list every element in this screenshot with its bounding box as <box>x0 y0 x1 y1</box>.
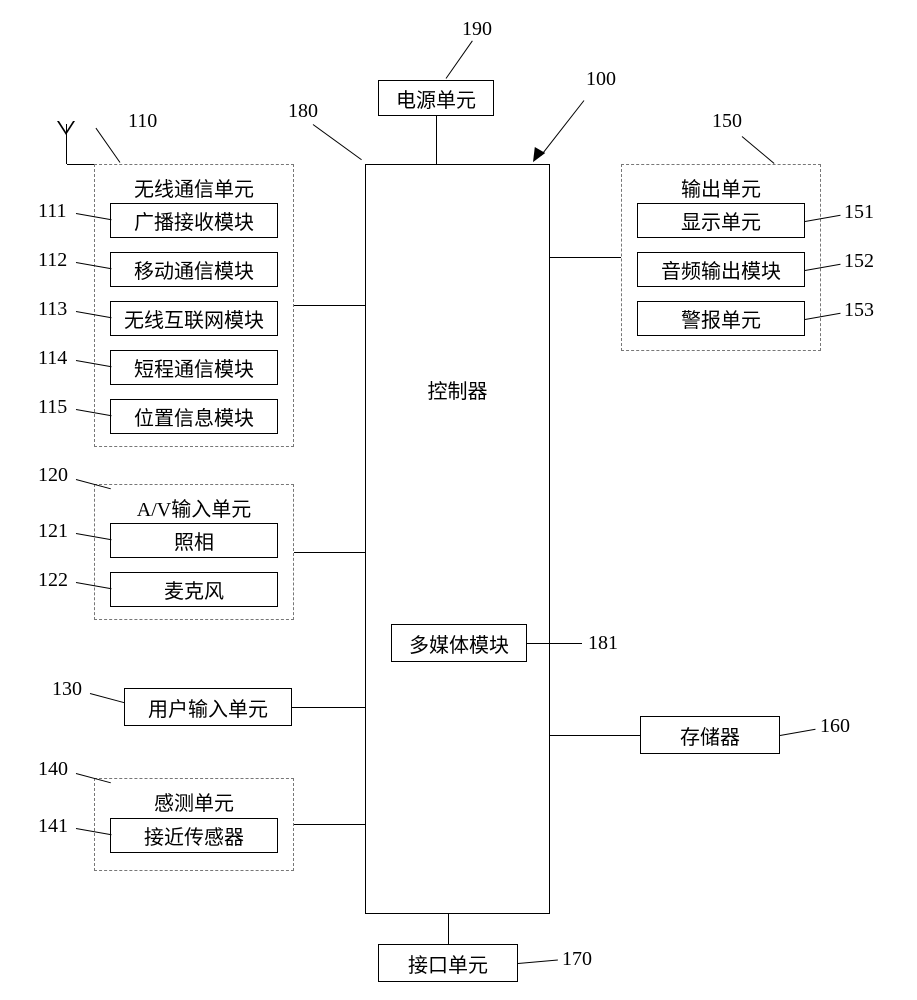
block-power-label: 电源单元 <box>396 84 476 113</box>
block-power: 电源单元 <box>378 80 494 116</box>
leader-130 <box>90 693 125 703</box>
block-interface: 接口单元 <box>378 944 518 982</box>
connector-antenna-wireless <box>67 164 94 165</box>
block-user-input-label: 用户输入单元 <box>148 693 268 722</box>
connector-controller-output <box>550 257 621 258</box>
leader-100 <box>541 100 585 156</box>
ref-120: 120 <box>38 464 68 487</box>
ref-152: 152 <box>844 250 874 273</box>
group-sensing-title: 感测单元 <box>95 787 293 816</box>
block-broadcast: 广播接收模块 <box>110 203 278 238</box>
ref-113: 113 <box>38 298 67 321</box>
block-controller-label: 控制器 <box>366 375 549 404</box>
ref-153: 153 <box>844 299 874 322</box>
group-av-title: A/V输入单元 <box>95 493 293 522</box>
block-mobile-comm-label: 移动通信模块 <box>134 255 254 284</box>
block-audio-out-label: 音频输出模块 <box>661 255 781 284</box>
block-location-label: 位置信息模块 <box>134 402 254 431</box>
block-audio-out: 音频输出模块 <box>637 252 805 287</box>
ref-111: 111 <box>38 200 67 223</box>
ref-160: 160 <box>820 715 850 738</box>
leader-190 <box>446 41 473 79</box>
block-multimedia-label: 多媒体模块 <box>409 629 509 658</box>
block-camera: 照相 <box>110 523 278 558</box>
ref-140: 140 <box>38 758 68 781</box>
block-broadcast-label: 广播接收模块 <box>134 206 254 235</box>
connector-av-controller <box>294 552 365 553</box>
leader-150 <box>742 136 775 164</box>
ref-180: 180 <box>288 100 318 123</box>
block-location: 位置信息模块 <box>110 399 278 434</box>
block-alarm: 警报单元 <box>637 301 805 336</box>
leader-181 <box>527 643 582 644</box>
block-user-input: 用户输入单元 <box>124 688 292 726</box>
block-interface-label: 接口单元 <box>408 949 488 978</box>
block-short-range: 短程通信模块 <box>110 350 278 385</box>
diagram-canvas: 电源单元 190 100 控制器 多媒体模块 181 180 无线通信单元 广播… <box>0 0 917 1000</box>
block-display-label: 显示单元 <box>681 206 761 235</box>
ref-100: 100 <box>586 68 616 91</box>
ref-115: 115 <box>38 396 67 419</box>
ref-190: 190 <box>462 18 492 41</box>
ref-151: 151 <box>844 201 874 224</box>
ref-112: 112 <box>38 249 67 272</box>
block-microphone: 麦克风 <box>110 572 278 607</box>
block-proximity-label: 接近传感器 <box>144 821 244 850</box>
block-memory-label: 存储器 <box>680 721 740 750</box>
ref-141: 141 <box>38 815 68 838</box>
connector-sensing-controller <box>294 824 365 825</box>
leader-160 <box>780 729 816 736</box>
block-multimedia: 多媒体模块 <box>391 624 527 662</box>
leader-110 <box>96 128 121 163</box>
block-proximity: 接近传感器 <box>110 818 278 853</box>
block-memory: 存储器 <box>640 716 780 754</box>
ref-170: 170 <box>562 948 592 971</box>
leader-170 <box>518 960 558 964</box>
group-output-title: 输出单元 <box>622 173 820 202</box>
ref-130: 130 <box>52 678 82 701</box>
connector-controller-interface <box>448 914 449 944</box>
ref-181: 181 <box>588 632 618 655</box>
block-mobile-comm: 移动通信模块 <box>110 252 278 287</box>
block-microphone-label: 麦克风 <box>164 575 224 604</box>
block-alarm-label: 警报单元 <box>681 304 761 333</box>
block-wireless-net: 无线互联网模块 <box>110 301 278 336</box>
block-wireless-net-label: 无线互联网模块 <box>124 304 264 333</box>
group-wireless-title: 无线通信单元 <box>95 173 293 202</box>
connector-controller-memory <box>550 735 640 736</box>
connector-wireless-controller <box>294 305 365 306</box>
leader-180 <box>313 124 362 160</box>
ref-150: 150 <box>712 110 742 133</box>
connector-userinput-controller <box>292 707 365 708</box>
block-camera-label: 照相 <box>174 526 214 555</box>
ref-121: 121 <box>38 520 68 543</box>
block-controller: 控制器 <box>365 164 550 914</box>
connector-power-controller <box>436 116 437 164</box>
block-short-range-label: 短程通信模块 <box>134 353 254 382</box>
ref-110: 110 <box>128 110 157 133</box>
block-display: 显示单元 <box>637 203 805 238</box>
ref-114: 114 <box>38 347 67 370</box>
arrow-100 <box>528 147 545 165</box>
ref-122: 122 <box>38 569 68 592</box>
